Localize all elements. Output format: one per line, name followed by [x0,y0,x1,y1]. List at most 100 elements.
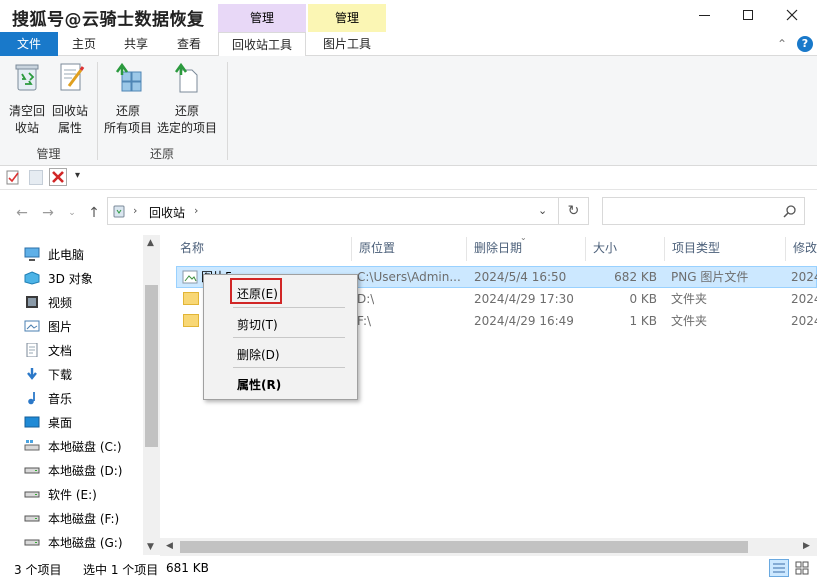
new-folder-qat-icon[interactable] [29,170,43,185]
column-header-size[interactable]: 大小 [585,237,663,259]
tab-view[interactable]: 查看 [162,32,216,56]
desktop-icon [24,415,40,429]
tab-home[interactable]: 主页 [58,32,110,56]
scroll-right-icon[interactable]: ▶ [803,541,810,551]
tab-recycle-bin-tools[interactable]: 回收站工具 [218,32,306,57]
restore-all-label-1: 还原 [115,104,140,118]
scroll-up-icon[interactable]: ▲ [147,238,154,248]
restore-selected-label-1: 还原 [174,104,199,118]
nav-item[interactable]: 3D 对象 [24,266,93,290]
properties-icon [60,63,85,91]
breadcrumb-location[interactable]: 回收站 [149,204,185,221]
search-input[interactable] [602,197,805,225]
file-date-deleted: 2024/5/4 16:50 [474,270,567,284]
nav-item[interactable]: 下载 [24,362,72,386]
help-icon[interactable]: ? [797,36,813,52]
status-selected-count: 选中 1 个项目 [83,563,159,577]
delete-qat-icon[interactable] [49,168,67,186]
file-date-deleted: 2024/4/29 16:49 [474,314,574,328]
restore-all-button[interactable]: 还原 所有项目 [102,60,154,137]
nav-item-label: 图片 [48,319,73,334]
nav-item[interactable]: 图片 [24,314,72,338]
address-dropdown-icon[interactable]: ⌄ [538,204,547,217]
file-modified: 2024 [791,270,817,284]
close-icon [786,9,798,21]
empty-recycle-bin-button[interactable]: 清空回 收站 [6,60,48,137]
restore-selected-label-2: 选定的项目 [156,121,217,135]
refresh-button[interactable]: ↻ [559,197,589,225]
nav-item[interactable]: 本地磁盘 (F:) [24,506,119,530]
column-header-item-type[interactable]: 项目类型 [664,237,784,259]
nav-item[interactable]: 软件 (E:) [24,482,97,506]
menu-item-properties[interactable]: 属性(R) [237,376,281,393]
column-header-original-location[interactable]: 原位置 [351,237,465,259]
png-file-icon [182,270,198,284]
nav-scroll-thumb[interactable] [145,285,158,447]
forward-arrow-icon[interactable]: → [38,204,58,222]
file-type: PNG 图片文件 [671,270,749,284]
restore-selected-icon [174,62,198,93]
recycle-tools-context-header: 管理 [218,4,306,32]
nav-item[interactable]: 音乐 [24,386,72,410]
restore-all-label-2: 所有项目 [103,121,152,135]
file-original-location: D:\ [357,292,375,306]
nav-item[interactable]: 本地磁盘 (C:) [24,434,122,458]
properties-qat-icon[interactable] [6,170,20,185]
menu-separator [233,367,345,368]
horizontal-scroll-thumb[interactable] [180,541,748,553]
details-view-icon[interactable] [769,559,789,577]
breadcrumb-chevron-icon[interactable]: › [194,204,198,217]
watermark: 搜狐号@云骑士数据恢复 [12,10,205,30]
minimize-icon [698,14,710,16]
nav-item-label: 桌面 [48,415,73,430]
collapse-ribbon-icon[interactable]: ⌃ [774,36,790,52]
nav-item[interactable]: 本地磁盘 (D:) [24,458,122,482]
3d-objects-icon [24,271,40,285]
nav-item-label: 下载 [48,367,73,382]
menu-item-cut[interactable]: 剪切(T) [237,316,278,333]
nav-item[interactable]: 桌面 [24,410,72,434]
restore-selected-button[interactable]: 还原 选定的项目 [154,60,220,137]
back-arrow-icon[interactable]: ← [12,204,32,222]
minimize-button[interactable] [682,0,726,30]
close-button[interactable] [770,0,814,30]
column-header-name[interactable]: 名称 [172,237,350,259]
quick-access-toolbar [0,166,817,190]
recycle-bin-properties-button[interactable]: 回收站 属性 [49,60,91,137]
restore-all-icon [115,62,142,92]
maximize-button[interactable] [726,0,770,30]
up-arrow-icon[interactable]: ↑ [84,204,104,222]
column-header-modified[interactable]: 修改 [785,237,817,259]
tab-picture-tools[interactable]: 图片工具 [308,32,386,56]
nav-item-label: 本地磁盘 (G:) [48,535,123,550]
file-type: 文件夹 [671,314,708,328]
nav-item[interactable]: 视频 [24,290,72,314]
empty-recycle-bin-label-1: 清空回 [8,104,45,118]
nav-item-label: 本地磁盘 (F:) [48,511,120,526]
tab-share[interactable]: 共享 [110,32,162,56]
large-icons-view-icon[interactable] [794,560,810,576]
menu-item-restore[interactable]: 还原(E) [237,285,278,302]
tab-file[interactable]: 文件 [0,32,58,56]
properties-label-2: 属性 [57,121,82,135]
nav-item[interactable]: 文档 [24,338,72,362]
nav-item[interactable]: 本地磁盘 (G:) [24,530,123,554]
empty-recycle-bin-icon [15,64,39,91]
search-icon [783,204,797,218]
nav-item[interactable]: 此电脑 [24,242,84,266]
group-label-manage: 管理 [36,147,61,161]
scroll-left-icon[interactable]: ◀ [166,541,173,551]
recent-locations-icon[interactable]: ⌄ [62,204,82,222]
drive-icon [24,487,40,501]
group-label-restore: 还原 [149,147,174,161]
nav-item-label: 视频 [48,295,73,310]
menu-item-delete[interactable]: 删除(D) [237,346,280,363]
file-size: 0 KB [629,292,657,306]
folder-icon [183,314,199,327]
scroll-down-icon[interactable]: ▼ [147,542,154,552]
empty-recycle-bin-label-2: 收站 [14,121,39,135]
file-size: 1 KB [629,314,657,328]
computer-icon [24,247,40,261]
customize-qat-icon[interactable]: ▾ [75,170,80,181]
file-original-location: F:\ [357,314,372,328]
